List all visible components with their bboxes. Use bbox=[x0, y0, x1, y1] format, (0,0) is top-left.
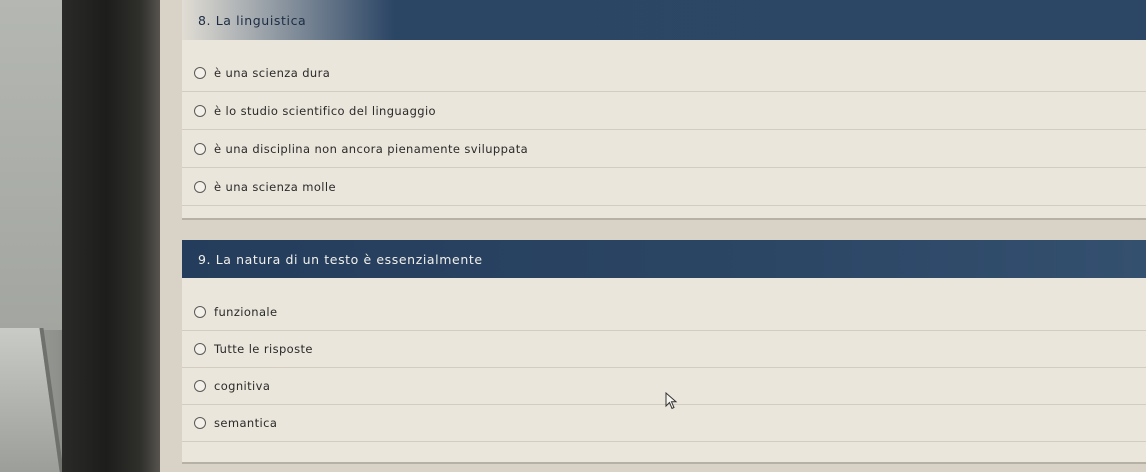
answer-option[interactable]: funzionale bbox=[182, 294, 1146, 331]
answer-label: funzionale bbox=[214, 305, 278, 319]
answer-label: è una scienza dura bbox=[214, 65, 331, 80]
quiz-screen: 8. La linguistica è una scienza dura è l… bbox=[160, 0, 1146, 472]
answer-option[interactable]: Tutte le risposte bbox=[182, 331, 1146, 368]
monitor-bezel bbox=[62, 0, 160, 472]
radio-button-icon[interactable] bbox=[194, 142, 206, 155]
answer-label: è una scienza molle bbox=[214, 179, 336, 194]
question-title: 9. La natura di un testo è essenzialment… bbox=[198, 251, 483, 267]
answer-label: Tutte le risposte bbox=[214, 342, 313, 356]
background-device bbox=[0, 328, 65, 472]
answer-options: è una scienza dura è lo studio scientifi… bbox=[182, 40, 1146, 206]
radio-button-icon[interactable] bbox=[194, 104, 206, 117]
radio-button-icon[interactable] bbox=[194, 380, 206, 392]
photo-stage: 8. La linguistica è una scienza dura è l… bbox=[0, 0, 1146, 472]
answer-option[interactable]: è una disciplina non ancora pienamente s… bbox=[182, 130, 1146, 168]
question-header: 9. La natura di un testo è essenzialment… bbox=[182, 240, 1146, 278]
answer-option[interactable]: è una scienza molle bbox=[182, 168, 1146, 206]
answer-label: è una disciplina non ancora pienamente s… bbox=[214, 141, 529, 156]
answer-label: semantica bbox=[214, 416, 278, 430]
question-header: 8. La linguistica bbox=[182, 0, 1146, 40]
background-wall bbox=[0, 0, 62, 330]
mouse-pointer-icon bbox=[665, 392, 678, 410]
answer-option[interactable]: è una scienza dura bbox=[182, 54, 1146, 92]
question-8: 8. La linguistica è una scienza dura è l… bbox=[182, 0, 1146, 220]
answer-label: è lo studio scientifico del linguaggio bbox=[214, 103, 436, 118]
radio-button-icon[interactable] bbox=[194, 66, 206, 79]
question-9: 9. La natura di un testo è essenzialment… bbox=[182, 240, 1146, 464]
question-title: 8. La linguistica bbox=[198, 12, 307, 28]
answer-options: funzionale Tutte le risposte cognitiva s… bbox=[182, 278, 1146, 442]
radio-button-icon[interactable] bbox=[194, 343, 206, 355]
answer-option[interactable]: semantica bbox=[182, 405, 1146, 442]
radio-button-icon[interactable] bbox=[194, 180, 206, 193]
radio-button-icon[interactable] bbox=[194, 306, 206, 318]
answer-option[interactable]: è lo studio scientifico del linguaggio bbox=[182, 92, 1146, 130]
radio-button-icon[interactable] bbox=[194, 417, 206, 429]
answer-label: cognitiva bbox=[214, 379, 271, 393]
answer-option[interactable]: cognitiva bbox=[182, 368, 1146, 405]
